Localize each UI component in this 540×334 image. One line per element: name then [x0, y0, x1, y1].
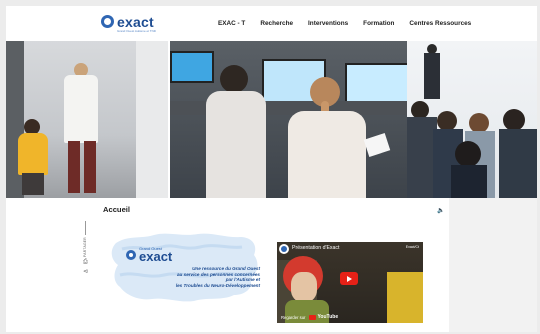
nav-item-recherche[interactable]: Recherche [260, 20, 293, 27]
right-sidebar [449, 198, 537, 332]
share-toolbar: PARTAGER ⎙ ⊲ [81, 221, 91, 275]
nav-item-exact[interactable]: EXAC - T [218, 20, 245, 27]
map-tagline: Une ressource du Grand Ouest au service … [176, 266, 260, 288]
map-logo-icon [126, 249, 136, 260]
speaker-icon[interactable]: 🔈 [437, 207, 444, 214]
site-header: exact Grand Ouest Autisme et TND EXAC - … [6, 6, 537, 40]
youtube-label: YouTube [317, 314, 339, 320]
share-icon[interactable]: ⊲ [83, 268, 91, 275]
logo-text: exact [117, 13, 154, 30]
video-channel: Exact/Ct [405, 245, 419, 249]
site-logo[interactable]: exact Grand Ouest Autisme et TND [101, 13, 156, 33]
main-nav: EXAC - T Recherche Interventions Formati… [218, 20, 486, 27]
nav-item-interventions[interactable]: Interventions [308, 20, 348, 27]
logo-tagline: Grand Ouest Autisme et TND [117, 29, 156, 33]
hero-photo-lecture [407, 41, 537, 198]
map-brand: Grand Ouest exact [126, 247, 173, 264]
map-brand-text: exact [139, 249, 173, 264]
page-title: Accueil [103, 205, 131, 214]
play-button-icon[interactable] [340, 272, 358, 285]
channel-avatar [279, 244, 289, 254]
share-label: PARTAGER [83, 237, 87, 257]
youtube-icon [309, 314, 317, 320]
hero-photo-computer-lab [170, 41, 407, 198]
nav-item-centres-ressources[interactable]: Centres Ressources [409, 20, 471, 27]
main-content: Accueil 🔈 PARTAGER ⎙ ⊲ Grand Ouest exact [6, 198, 449, 332]
hero-photo-hallway [6, 41, 168, 198]
page: exact Grand Ouest Autisme et TND EXAC - … [6, 6, 537, 332]
youtube-logo: YouTube [309, 314, 338, 320]
nav-item-formation[interactable]: Formation [363, 20, 394, 27]
hero-banner [6, 41, 537, 198]
print-icon[interactable]: ⎙ [83, 259, 91, 266]
video-embed[interactable]: Présentation d'Exact Exact/Ct Regarder s… [277, 242, 423, 323]
video-title[interactable]: Présentation d'Exact [292, 245, 339, 251]
watch-on-label: Regarder sur [281, 314, 306, 320]
region-map-card: Grand Ouest exact Une ressource du Grand… [108, 229, 264, 305]
share-divider [85, 221, 86, 235]
map-tagline-line4: les Troubles du Neuro-Développement [175, 282, 260, 288]
watch-on-youtube[interactable]: Regarder sur YouTube [281, 314, 338, 320]
logo-icon [101, 15, 114, 28]
